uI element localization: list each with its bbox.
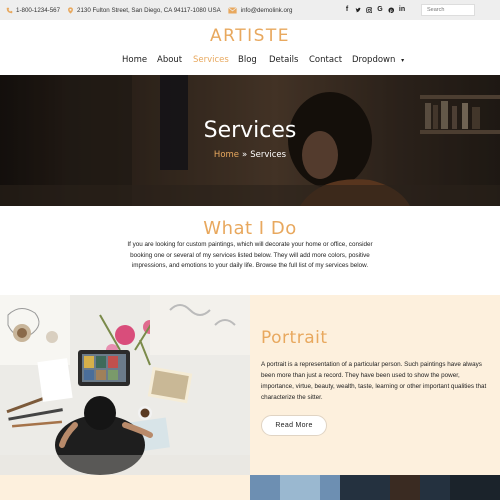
- portrait-service-photo: [0, 295, 250, 475]
- google-icon[interactable]: G: [376, 5, 384, 15]
- section-title-what-i-do: What I Do: [203, 218, 297, 239]
- nav-about[interactable]: About: [157, 55, 182, 65]
- facebook-icon[interactable]: f: [343, 5, 351, 15]
- instagram-icon[interactable]: [365, 5, 373, 15]
- search-input[interactable]: Search: [421, 4, 475, 16]
- nav-services[interactable]: Services: [193, 55, 229, 65]
- nav-dropdown[interactable]: Dropdown ▾: [352, 55, 404, 65]
- breadcrumb-separator-icon: »: [242, 150, 248, 160]
- section-intro-text: If you are looking for custom paintings,…: [127, 241, 373, 269]
- phone-icon: [6, 7, 13, 14]
- nav-blog[interactable]: Blog: [238, 55, 257, 65]
- location-pin-icon: [67, 6, 74, 14]
- social-links: f G p in: [343, 5, 406, 15]
- page-title: Services: [203, 118, 297, 143]
- breadcrumb-home-link[interactable]: Home: [214, 150, 239, 160]
- phone-text: 1-800-1234-567: [16, 6, 61, 14]
- read-more-button[interactable]: Read More: [261, 415, 327, 436]
- nav-home[interactable]: Home: [122, 55, 147, 65]
- breadcrumb-current: Services: [250, 150, 287, 160]
- linkedin-icon[interactable]: in: [398, 5, 406, 15]
- service-description-portrait: A portrait is a representation of a part…: [261, 361, 487, 401]
- next-service-panel: [0, 475, 250, 500]
- breadcrumb: Home» Services: [0, 150, 500, 160]
- chevron-down-icon: ▾: [401, 57, 405, 64]
- phone-contact[interactable]: 1-800-1234-567: [6, 7, 60, 14]
- twitter-icon[interactable]: [354, 5, 362, 15]
- top-bar: 1-800-1234-567 2130 Fulton Street, San D…: [0, 0, 500, 20]
- service-title-portrait: Portrait: [261, 328, 328, 348]
- email-contact[interactable]: info@demolink.org: [228, 6, 293, 14]
- nav-contact[interactable]: Contact: [309, 55, 342, 65]
- address-text: 2130 Fulton Street, San Diego, CA 94117-…: [77, 6, 221, 14]
- address-contact: 2130 Fulton Street, San Diego, CA 94117-…: [67, 7, 221, 14]
- email-text: info@demolink.org: [240, 6, 293, 14]
- nav-details[interactable]: Details: [269, 55, 298, 65]
- nav-dropdown-label: Dropdown: [352, 55, 396, 65]
- pinterest-icon[interactable]: p: [387, 5, 395, 15]
- next-service-photo: [250, 475, 500, 500]
- site-logo[interactable]: ARTISTE: [0, 26, 500, 46]
- svg-text:p: p: [390, 8, 393, 13]
- envelope-icon: [228, 6, 238, 14]
